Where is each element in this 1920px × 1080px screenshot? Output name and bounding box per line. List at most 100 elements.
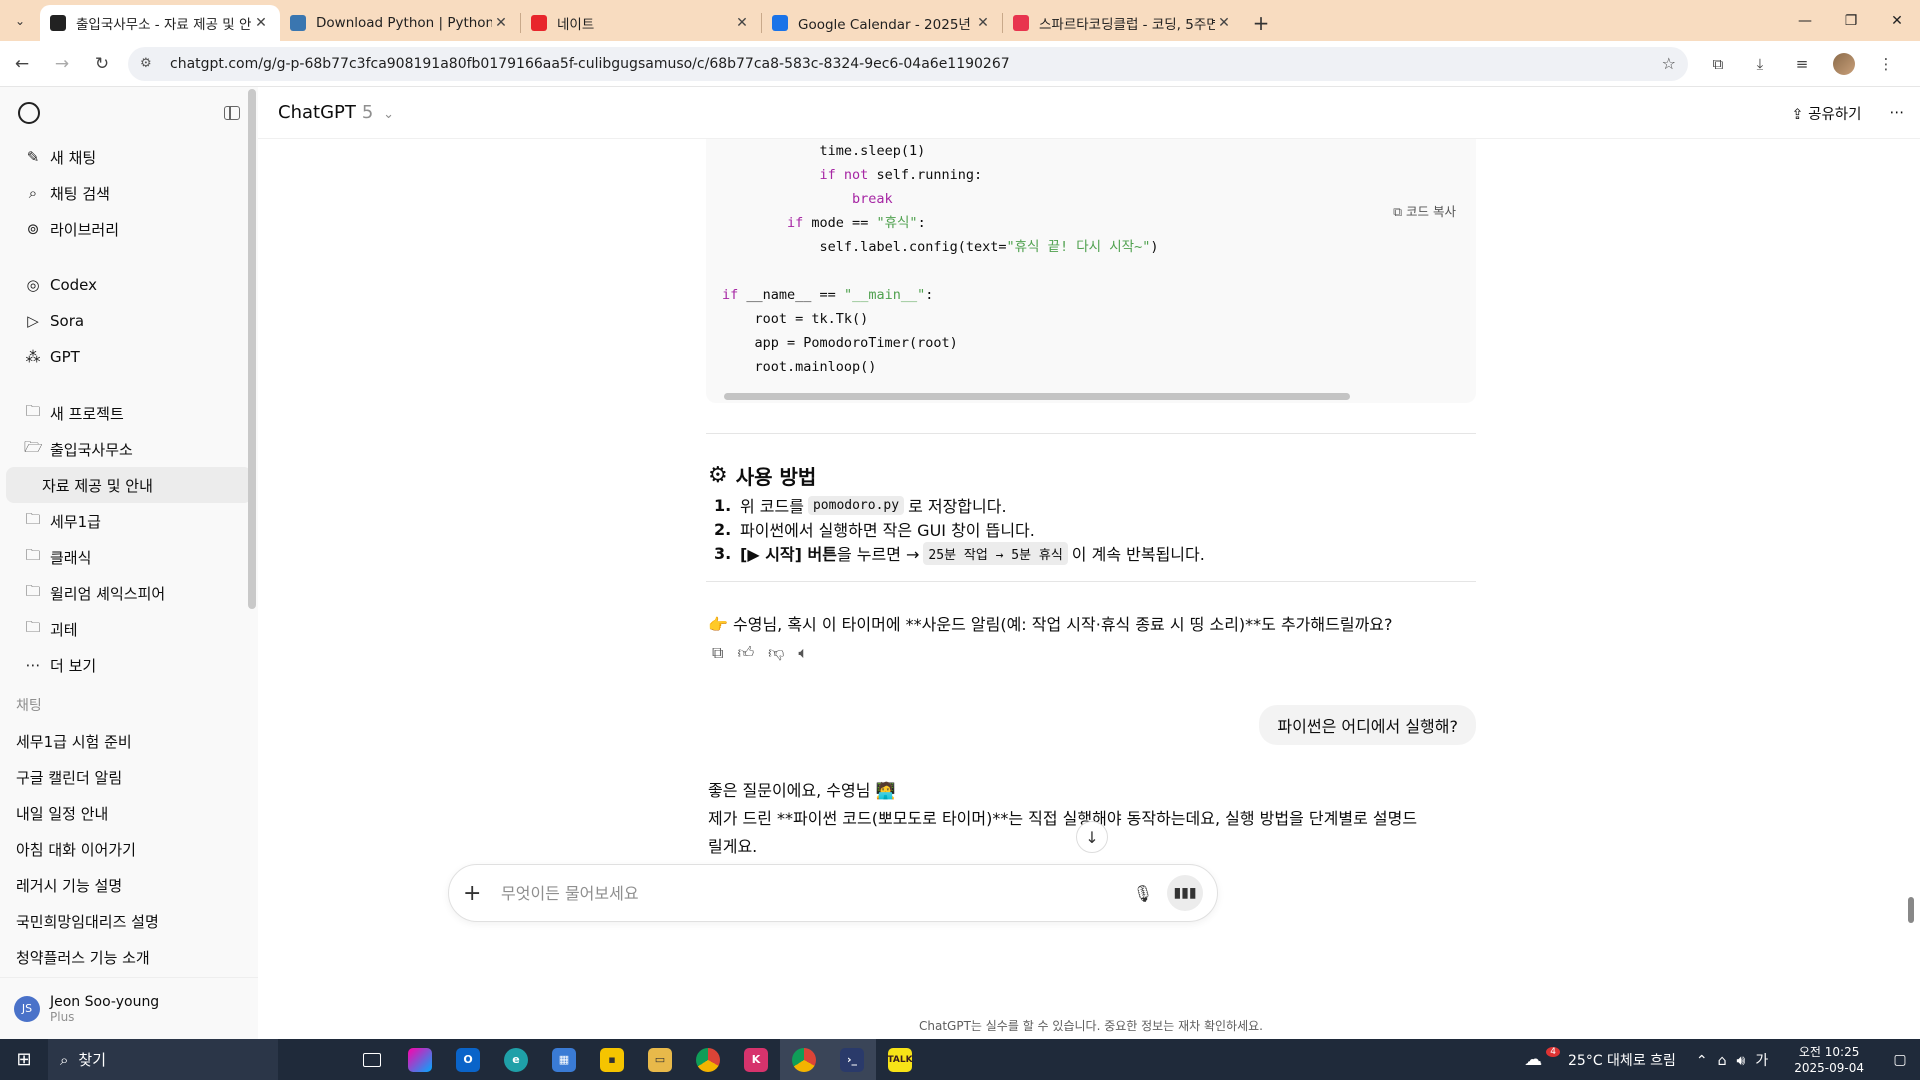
profile-avatar[interactable] xyxy=(1830,50,1858,78)
step-text: 파이썬에서 실행하면 작은 GUI 창이 뜹니다. xyxy=(740,521,1035,540)
prompt-input[interactable] xyxy=(501,883,1133,903)
sidebar-chat-item[interactable]: 내일 일정 안내 xyxy=(0,795,258,831)
close-tab-icon[interactable]: ✕ xyxy=(492,15,510,31)
restore-button[interactable]: ❐ xyxy=(1828,0,1874,41)
sticky-notes-icon[interactable]: ▪ xyxy=(588,1039,636,1080)
code-token: root = tk.Tk() xyxy=(754,311,869,327)
back-button[interactable]: ← xyxy=(4,46,40,82)
code-horizontal-scrollbar[interactable] xyxy=(724,393,1350,400)
copy-icon[interactable]: ⧉ xyxy=(712,643,723,663)
sidebar-project-item-label: 윌리엄 셰익스피어 xyxy=(50,584,166,603)
tab-search-button[interactable]: ⌄ xyxy=(0,0,40,41)
sidebar-project-item[interactable]: 🗀 세무1급 xyxy=(6,503,252,539)
sidebar-project-item[interactable]: 🗀 클래식 xyxy=(6,539,252,575)
site-info-icon[interactable]: ⚙ xyxy=(140,56,160,71)
sidebar-app-item[interactable]: ◎ Codex xyxy=(6,267,252,303)
system-tray[interactable]: ⌃⌂🔊︎가 xyxy=(1696,1050,1778,1070)
sidebar-item[interactable]: ✎ 새 채팅 xyxy=(6,139,252,175)
user-profile[interactable]: JS Jeon Soo-young Plus xyxy=(0,977,258,1039)
kl-app-icon[interactable]: K xyxy=(732,1039,780,1080)
sidebar-item[interactable]: ⌕ 채팅 검색 xyxy=(6,175,252,211)
voice-mode-icon[interactable]: ▮▮▮ xyxy=(1167,875,1203,911)
step-code: 25분 작업 → 5분 휴식 xyxy=(923,541,1068,565)
sidebar-chat-item[interactable]: 레거시 기능 설명 xyxy=(0,867,258,903)
task-view-icon[interactable] xyxy=(348,1039,396,1080)
browser-tab[interactable]: Google Calendar - 2025년 9월 ✕ xyxy=(762,5,1002,41)
minimize-button[interactable]: — xyxy=(1782,0,1828,41)
sidebar-app-item[interactable]: ⁂ GPT xyxy=(6,339,252,375)
edge-icon[interactable]: e xyxy=(492,1039,540,1080)
add-attachment-icon[interactable]: + xyxy=(463,881,493,906)
outlook-icon[interactable]: O xyxy=(444,1039,492,1080)
sidebar-project-item[interactable]: 자료 제공 및 안내 xyxy=(6,467,252,503)
reload-button[interactable]: ↻ xyxy=(84,46,120,82)
media-icon[interactable]: ≡ xyxy=(1788,50,1816,78)
ime-indicator: 가 xyxy=(1755,1052,1779,1069)
terminal-icon[interactable]: ›_ xyxy=(828,1039,876,1080)
edit-icon: ✎ xyxy=(26,148,40,166)
share-button[interactable]: ⇪ 공유하기 xyxy=(1791,103,1861,124)
sidebar-project-item[interactable]: 🗀 괴테 xyxy=(6,611,252,647)
forward-button[interactable]: → xyxy=(44,46,80,82)
browser-tab[interactable]: Download Python | Python.org ✕ xyxy=(280,5,520,41)
composer: + 🎙︎ ▮▮▮ xyxy=(448,864,1218,922)
close-tab-icon[interactable]: ✕ xyxy=(1215,15,1233,31)
sidebar-toggle-icon[interactable] xyxy=(224,106,240,120)
sidebar-project-item[interactable]: ⋯ 더 보기 xyxy=(6,647,252,683)
kakaotalk-icon[interactable]: TALK xyxy=(876,1039,924,1080)
sidebar-project-item[interactable]: 🗀 새 프로젝트 xyxy=(6,395,252,431)
copilot-icon[interactable] xyxy=(396,1039,444,1080)
thumbs-down-icon[interactable]: 👎︎ xyxy=(768,643,784,663)
openai-logo-icon[interactable] xyxy=(18,102,40,124)
browser-menu-icon[interactable]: ⋮ xyxy=(1872,50,1900,78)
reply-line-3: 릴게요. xyxy=(708,837,758,856)
sidebar-chat-item[interactable]: 구글 캘린더 알림 xyxy=(0,759,258,795)
more-options-icon[interactable]: ⋯ xyxy=(1890,105,1905,121)
model-selector[interactable]: ChatGPT 5 ⌄ xyxy=(278,102,394,123)
download-icon[interactable]: ⤓ xyxy=(1746,50,1774,78)
weather-widget[interactable]: ☁ 4 25°C 대체로 흐림 xyxy=(1524,1046,1676,1070)
copy-code-button[interactable]: ⧉ 코드 복사 xyxy=(1393,201,1456,220)
taskbar-search[interactable]: ⌕ 찾기 xyxy=(48,1039,278,1080)
sidebar-chat-item[interactable]: 세무1급 시험 준비 xyxy=(0,723,258,759)
chrome-icon[interactable] xyxy=(684,1039,732,1080)
read-aloud-icon[interactable]: 🔈︎ xyxy=(798,643,808,663)
sidebar: ✎ 새 채팅 ⌕ 채팅 검색 ⊚ 라이브러리 ◎ Codex ▷ Sora ⁂ GPT 🗀 새 프로젝… xyxy=(0,87,258,1039)
extensions-icon[interactable]: ⧉ xyxy=(1704,50,1732,78)
scroll-down-button[interactable]: ↓ xyxy=(1076,821,1108,853)
sidebar-chat-item[interactable]: 청약플러스 기능 소개 xyxy=(0,939,258,975)
sidebar-scrollbar[interactable] xyxy=(248,89,256,609)
sidebar-app-item[interactable]: ▷ Sora xyxy=(6,303,252,339)
address-bar[interactable]: ⚙ chatgpt.com/g/g-p-68b77c3fca908191a80f… xyxy=(128,46,1688,81)
file-explorer-icon[interactable]: ▭ xyxy=(636,1039,684,1080)
step-number: 2. xyxy=(714,519,732,539)
sidebar-project-item[interactable]: 🗀 윌리엄 셰익스피어 xyxy=(6,575,252,611)
sidebar-chat-item[interactable]: 아침 대화 이어가기 xyxy=(0,831,258,867)
close-tab-icon[interactable]: ✕ xyxy=(252,15,270,31)
browser-tab[interactable]: 스파르타코딩클럽 - 코딩, 5주면 ✕ xyxy=(1003,5,1243,41)
notification-icon[interactable]: ▢ xyxy=(1880,1052,1920,1068)
browser-tab[interactable]: 출입국사무소 - 자료 제공 및 안내 ✕ xyxy=(40,5,280,41)
code-block: time.sleep(1) if not self.running: break… xyxy=(706,139,1476,403)
microphone-icon[interactable]: 🎙︎ xyxy=(1133,884,1153,903)
main-scrollbar[interactable] xyxy=(1908,897,1914,923)
sidebar-chat-item[interactable]: 국민희망임대리즈 설명 xyxy=(0,903,258,939)
close-tab-icon[interactable]: ✕ xyxy=(733,15,751,31)
sidebar-project-item-label: 새 프로젝트 xyxy=(50,404,124,423)
close-tab-icon[interactable]: ✕ xyxy=(974,15,992,31)
chrome-profile-icon[interactable] xyxy=(780,1039,828,1080)
bookmark-star-icon[interactable]: ☆ xyxy=(1662,54,1676,73)
sidebar-item[interactable]: ⊚ 라이브러리 xyxy=(6,211,252,247)
store-icon[interactable]: ▦ xyxy=(540,1039,588,1080)
thumbs-up-icon[interactable]: 👍︎ xyxy=(737,643,754,663)
taskbar-search-label: 찾기 xyxy=(78,1051,107,1069)
windows-start-icon[interactable]: ⊞ xyxy=(0,1039,48,1080)
browser-tab[interactable]: 네이트 ✕ xyxy=(521,5,761,41)
sidebar-project-item-label: 출입국사무소 xyxy=(50,440,133,459)
close-window-button[interactable]: ✕ xyxy=(1874,0,1920,41)
code-token: root.mainloop() xyxy=(754,359,877,375)
sidebar-project-item[interactable]: 🗁 출입국사무소 xyxy=(6,431,252,467)
clock[interactable]: 오전 10:25 2025-09-04 xyxy=(1794,1044,1864,1076)
codex-icon: ◎ xyxy=(26,276,40,294)
new-tab-button[interactable]: + xyxy=(1243,5,1279,41)
